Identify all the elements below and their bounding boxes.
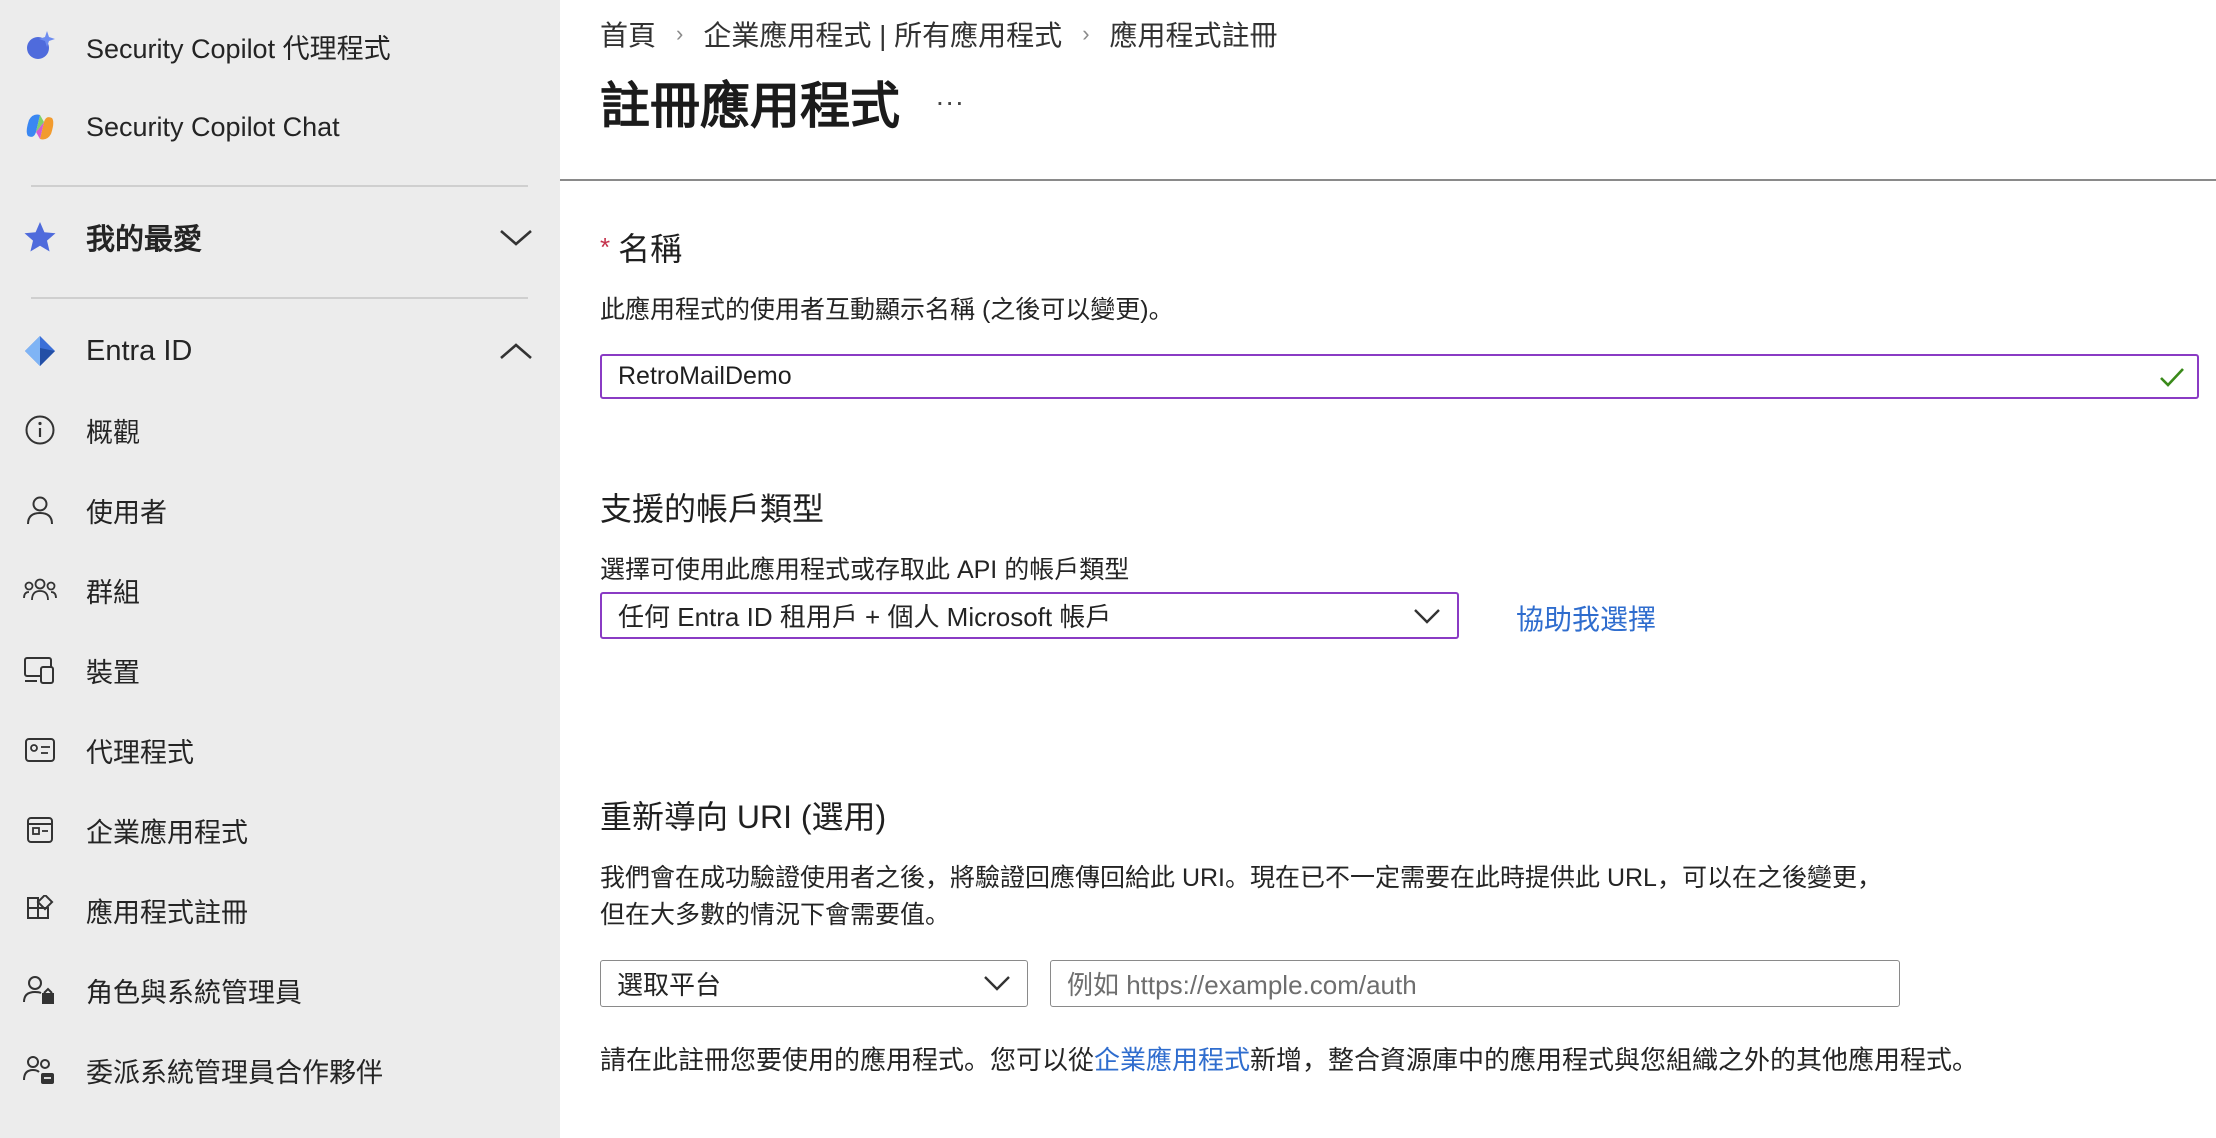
account-type-select[interactable]: 任何 Entra ID 租用戶 + 個人 Microsoft 帳戶 (600, 592, 1459, 639)
star-icon (23, 220, 57, 254)
sidebar-item-label: 概觀 (86, 417, 140, 448)
chevron-down-icon (1411, 600, 1443, 637)
sidebar-item-app-registrations[interactable]: 應用程式註冊 (0, 878, 560, 942)
user-icon (23, 493, 57, 527)
copilot-agent-icon (23, 29, 57, 63)
sidebar-item-label: 代理程式 (86, 737, 194, 768)
partner-icon (23, 1053, 57, 1087)
sidebar-item-entra-id[interactable]: Entra ID (0, 319, 560, 383)
name-input-value: RetroMailDemo (618, 362, 792, 390)
platform-select[interactable]: 選取平台 (600, 960, 1028, 1007)
sidebar-item-devices[interactable]: 裝置 (0, 638, 560, 702)
footer-note: 請在此註冊您要使用的應用程式。您可以從企業應用程式新增，整合資源庫中的應用程式與… (600, 1040, 1978, 1077)
sidebar-item-delegated-partners[interactable]: 委派系統管理員合作夥伴 (0, 1038, 560, 1102)
name-label: 名稱 (618, 231, 683, 267)
sidebar-item-favorites[interactable]: 我的最愛 (0, 205, 560, 269)
sidebar-item-label: 角色與系統管理員 (86, 977, 302, 1008)
info-icon (23, 413, 57, 447)
sidebar-divider (31, 297, 528, 299)
sidebar-item-enterprise-apps[interactable]: 企業應用程式 (0, 798, 560, 862)
header-divider (560, 179, 2216, 181)
sidebar-divider (31, 185, 528, 187)
enterprise-app-icon (23, 813, 57, 847)
platform-select-value: 選取平台 (617, 970, 722, 1000)
redirect-uri-description-line2: 但在大多數的情況下會需要值。 (600, 901, 951, 929)
sidebar-item-label: 群組 (86, 577, 140, 608)
redirect-uri-description-line1: 我們會在成功驗證使用者之後，將驗證回應傳回給此 URI。現在已不一定需要在此時提… (600, 864, 1882, 892)
copilot-chat-icon (23, 110, 57, 144)
sidebar-item-label: 委派系統管理員合作夥伴 (86, 1057, 383, 1088)
agent-card-icon (23, 733, 57, 767)
account-types-description: 選擇可使用此應用程式或存取此 API 的帳戶類型 (600, 556, 1130, 584)
redirect-uri-input[interactable]: 例如 https://example.com/auth (1050, 960, 1900, 1007)
chevron-up-icon[interactable] (496, 331, 536, 371)
footer-note-text: 請在此註冊您要使用的應用程式。您可以從 (600, 1045, 1095, 1075)
sidebar-item-label: 使用者 (86, 497, 167, 528)
breadcrumb-enterprise-apps-link[interactable]: 企業應用程式 | 所有應用程式 (703, 14, 1062, 54)
chevron-down-icon (981, 967, 1013, 1004)
page-title: 註冊應用程式 (600, 78, 900, 134)
entra-id-icon (23, 334, 57, 368)
sidebar-item-copilot-chat[interactable]: Security Copilot Chat (0, 95, 560, 159)
device-icon (23, 653, 57, 687)
sidebar: Security Copilot 代理程式 Security Copilot C… (0, 0, 560, 1138)
help-me-choose-link[interactable]: 協助我選擇 (1516, 598, 1656, 638)
sidebar-item-label: 應用程式註冊 (86, 897, 248, 928)
roles-icon (23, 973, 57, 1007)
redirect-uri-placeholder: 例如 https://example.com/auth (1067, 970, 1417, 1000)
redirect-uri-section-title: 重新導向 URI (選用) (600, 799, 887, 835)
sidebar-item-agents[interactable]: 代理程式 (0, 718, 560, 782)
enterprise-apps-link[interactable]: 企業應用程式 (1094, 1045, 1250, 1075)
footer-note-text-end: 新增，整合資源庫中的應用程式與您組織之外的其他應用程式。 (1250, 1045, 1979, 1075)
sidebar-item-users[interactable]: 使用者 (0, 478, 560, 542)
sidebar-item-label: Security Copilot 代理程式 (86, 33, 391, 64)
sidebar-item-label: Security Copilot Chat (86, 111, 340, 142)
group-icon (23, 573, 57, 607)
chevron-down-icon[interactable] (496, 217, 536, 257)
sidebar-item-copilot-agents[interactable]: Security Copilot 代理程式 (0, 14, 560, 78)
sidebar-item-label: 裝置 (86, 657, 140, 688)
checkmark-icon (2157, 362, 2187, 397)
breadcrumb-home-link[interactable]: 首頁 (600, 14, 656, 54)
sidebar-item-label: Entra ID (86, 334, 193, 367)
sidebar-item-overview[interactable]: 概觀 (0, 398, 560, 462)
breadcrumb-app-registrations-link[interactable]: 應用程式註冊 (1110, 14, 1278, 54)
sidebar-item-label: 我的最愛 (86, 224, 203, 256)
name-section-title: * 名稱 (600, 224, 682, 270)
account-type-selected-value: 任何 Entra ID 租用戶 + 個人 Microsoft 帳戶 (618, 602, 1112, 632)
sidebar-item-label: 企業應用程式 (86, 817, 248, 848)
required-indicator: * (600, 232, 611, 262)
sidebar-item-roles-admins[interactable]: 角色與系統管理員 (0, 958, 560, 1022)
main-content: 首頁 › 企業應用程式 | 所有應用程式 › 應用程式註冊 註冊應用程式 ...… (560, 0, 2216, 1138)
chevron-right-icon: › (1082, 21, 1090, 46)
more-options-button[interactable]: ... (936, 80, 965, 112)
chevron-right-icon: › (676, 21, 684, 46)
app-registration-icon (23, 893, 57, 927)
name-description: 此應用程式的使用者互動顯示名稱 (之後可以變更)。 (600, 296, 1174, 324)
breadcrumb: 首頁 › 企業應用程式 | 所有應用程式 › 應用程式註冊 (600, 14, 1278, 54)
name-input[interactable]: RetroMailDemo (600, 354, 2199, 399)
account-types-section-title: 支援的帳戶類型 (600, 491, 825, 527)
sidebar-item-groups[interactable]: 群組 (0, 558, 560, 622)
